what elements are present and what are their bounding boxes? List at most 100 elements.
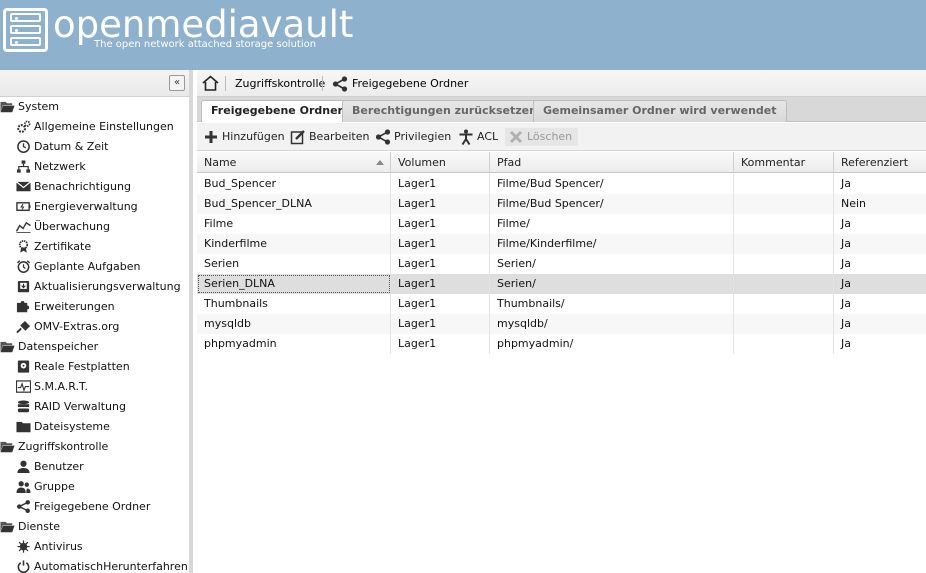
power-icon xyxy=(16,560,31,573)
tab-gemeinsamer-ordner[interactable]: Gemeinsamer Ordner wird verwendet xyxy=(533,100,787,122)
sidebar-group-dienste[interactable]: Dienste xyxy=(0,517,189,537)
cell-path: Thumbnails/ xyxy=(490,294,734,314)
folder-open-icon xyxy=(0,520,15,534)
sidebar-item-datum-zeit[interactable]: Datum & Zeit xyxy=(0,137,189,157)
sidebar-item-freigegebene-ordner[interactable]: Freigegebene Ordner xyxy=(0,497,189,517)
cell-comment xyxy=(734,174,834,194)
column-header-name[interactable]: Name xyxy=(197,152,391,173)
sidebar-item-netzwerk[interactable]: Netzwerk xyxy=(0,157,189,177)
sidebar-item-aktualisierungsverwaltung[interactable]: Aktualisierungsverwaltung xyxy=(0,277,189,297)
disk-icon xyxy=(16,360,31,374)
column-header-path[interactable]: Pfad xyxy=(490,152,734,173)
tab-freigegebene-ordner[interactable]: Freigegebene Ordner xyxy=(201,100,353,122)
edit-icon xyxy=(290,130,305,145)
cell-referenced: Ja xyxy=(841,297,851,310)
sidebar-item-dateisysteme[interactable]: Dateisysteme xyxy=(0,417,189,437)
sidebar-item-reale-festplatten[interactable]: Reale Festplatten xyxy=(0,357,189,377)
sidebar-item-automatischherunterfahren[interactable]: AutomatischHerunterfahren xyxy=(0,557,189,573)
cell-comment xyxy=(734,254,834,274)
sidebar-item-energieverwaltung[interactable]: Energieverwaltung xyxy=(0,197,189,217)
sidebar-item-antivirus[interactable]: Antivirus xyxy=(0,537,189,557)
table-row[interactable]: Kinderfilme Lager1 Filme/Kinderfilme/Ja xyxy=(197,234,926,254)
privileges-button-label: Privilegien xyxy=(394,130,452,143)
sidebar-item-raid-verwaltung[interactable]: RAID Verwaltung xyxy=(0,397,189,417)
cell-name: mysqldb xyxy=(197,314,391,334)
breadcrumb-page: Freigegebene Ordner xyxy=(352,77,469,90)
home-icon[interactable] xyxy=(202,75,219,91)
sidebar-item-label: Netzwerk xyxy=(34,160,86,173)
cell-volume: Lager1 xyxy=(391,294,490,314)
table-row[interactable]: Filme Lager1 Filme/Ja xyxy=(197,214,926,234)
toolbar: Hinzufügen Bearbeiten Privilegien ACL Lö… xyxy=(197,123,926,151)
cell-name: Filme xyxy=(197,214,391,234)
cell-volume: Lager1 xyxy=(391,214,490,234)
column-header-comment[interactable]: Kommentar xyxy=(734,152,834,173)
sidebar-group-label: System xyxy=(18,100,60,113)
table-row[interactable]: Thumbnails Lager1 Thumbnails/Ja xyxy=(197,294,926,314)
cell-name: phpmyadmin xyxy=(197,334,391,354)
clock-icon xyxy=(16,140,31,154)
delete-x-icon xyxy=(509,130,523,144)
add-button-label: Hinzufügen xyxy=(222,130,285,143)
edit-button[interactable]: Bearbeiten xyxy=(290,128,369,146)
acl-button[interactable]: ACL xyxy=(458,128,498,146)
sidebar-item-zertifikate[interactable]: Zertifikate xyxy=(0,237,189,257)
cell-name: Serien xyxy=(197,254,391,274)
envelope-icon xyxy=(16,180,31,194)
sidebar-group-datenspeicher[interactable]: Datenspeicher xyxy=(0,337,189,357)
edit-button-label: Bearbeiten xyxy=(309,130,370,143)
sidebar-group-system[interactable]: System xyxy=(0,97,189,117)
sidebar-item-benutzer[interactable]: Benutzer xyxy=(0,457,189,477)
sidebar-item-geplante-aufgaben[interactable]: Geplante Aufgaben xyxy=(0,257,189,277)
table-row[interactable]: Bud_Spencer_DLNA Lager1 Filme/Bud Spencer/… xyxy=(197,194,926,214)
brand-tagline: The open network attached storage soluti… xyxy=(94,39,317,50)
sidebar-item-allgemeine-einstellungen[interactable]: Allgemeine Einstellungen xyxy=(0,117,189,137)
cell-referenced: Ja xyxy=(841,237,851,250)
sidebar-item-label: Aktualisierungsverwaltung xyxy=(34,280,181,293)
person-icon xyxy=(459,129,473,145)
cell-referenced: Ja xyxy=(841,337,851,350)
update-icon xyxy=(16,280,31,294)
sidebar-item-label: Antivirus xyxy=(34,540,83,553)
plug-icon xyxy=(16,320,31,334)
breadcrumb-section[interactable]: Zugriffskontrolle xyxy=(235,77,325,90)
acl-button-label: ACL xyxy=(477,130,499,143)
cell-path: phpmyadmin/ xyxy=(490,334,734,354)
table-row[interactable]: phpmyadmin Lager1 phpmyadmin/Ja xyxy=(197,334,926,354)
sidebar-item-label: OMV-Extras.org xyxy=(34,320,120,333)
sidebar-item-label: Allgemeine Einstellungen xyxy=(34,120,174,133)
cell-referenced: Ja xyxy=(841,317,851,330)
sidebar-item-erweiterungen[interactable]: Erweiterungen xyxy=(0,297,189,317)
tab-bar: Freigegebene Ordner Berechtigungen zurüc… xyxy=(197,97,926,122)
sidebar-group-zugriffskontrolle[interactable]: Zugriffskontrolle xyxy=(0,437,189,457)
cell-name: Thumbnails xyxy=(197,294,391,314)
cell-volume: Lager1 xyxy=(391,274,490,294)
sidebar-item-überwachung[interactable]: Überwachung xyxy=(0,217,189,237)
cell-comment xyxy=(734,314,834,334)
alarm-clock-icon xyxy=(16,260,31,274)
sidebar-item-label: RAID Verwaltung xyxy=(34,400,126,413)
delete-button[interactable]: Löschen xyxy=(505,128,579,146)
share-icon xyxy=(16,500,31,514)
share-icon xyxy=(375,129,391,145)
collapse-sidebar-button[interactable]: « xyxy=(169,75,185,91)
sidebar-item-omv-extras-org[interactable]: OMV-Extras.org xyxy=(0,317,189,337)
table-row[interactable]: Serien Lager1 Serien/Ja xyxy=(197,254,926,274)
cell-volume: Lager1 xyxy=(391,234,490,254)
sidebar-item-gruppe[interactable]: Gruppe xyxy=(0,477,189,497)
table-row[interactable]: Bud_Spencer Lager1 Filme/Bud Spencer/Ja xyxy=(197,174,926,194)
column-header-volume[interactable]: Volumen xyxy=(391,152,490,173)
breadcrumb: Zugriffskontrolle Freigegebene Ordner xyxy=(197,70,926,97)
add-button[interactable]: Hinzufügen xyxy=(203,128,285,146)
table-row[interactable]: mysqldb Lager1 mysqldb/Ja xyxy=(197,314,926,334)
folder-open-icon xyxy=(0,100,15,114)
privileges-button[interactable]: Privilegien xyxy=(375,128,451,146)
cell-referenced: Nein xyxy=(841,197,867,210)
cell-referenced: Ja xyxy=(841,277,851,290)
table-row[interactable]: Serien_DLNA Lager1 Serien/Ja xyxy=(197,274,926,294)
tab-berechtigungen-zuruecksetzen[interactable]: Berechtigungen zurücksetzen xyxy=(342,100,547,122)
sidebar-item-benachrichtigung[interactable]: Benachrichtigung xyxy=(0,177,189,197)
sidebar-item-label: Gruppe xyxy=(34,480,75,493)
column-header-referenced[interactable]: Referenziert xyxy=(834,152,926,173)
sidebar-item-s-m-a-r-t[interactable]: S.M.A.R.T. xyxy=(0,377,189,397)
